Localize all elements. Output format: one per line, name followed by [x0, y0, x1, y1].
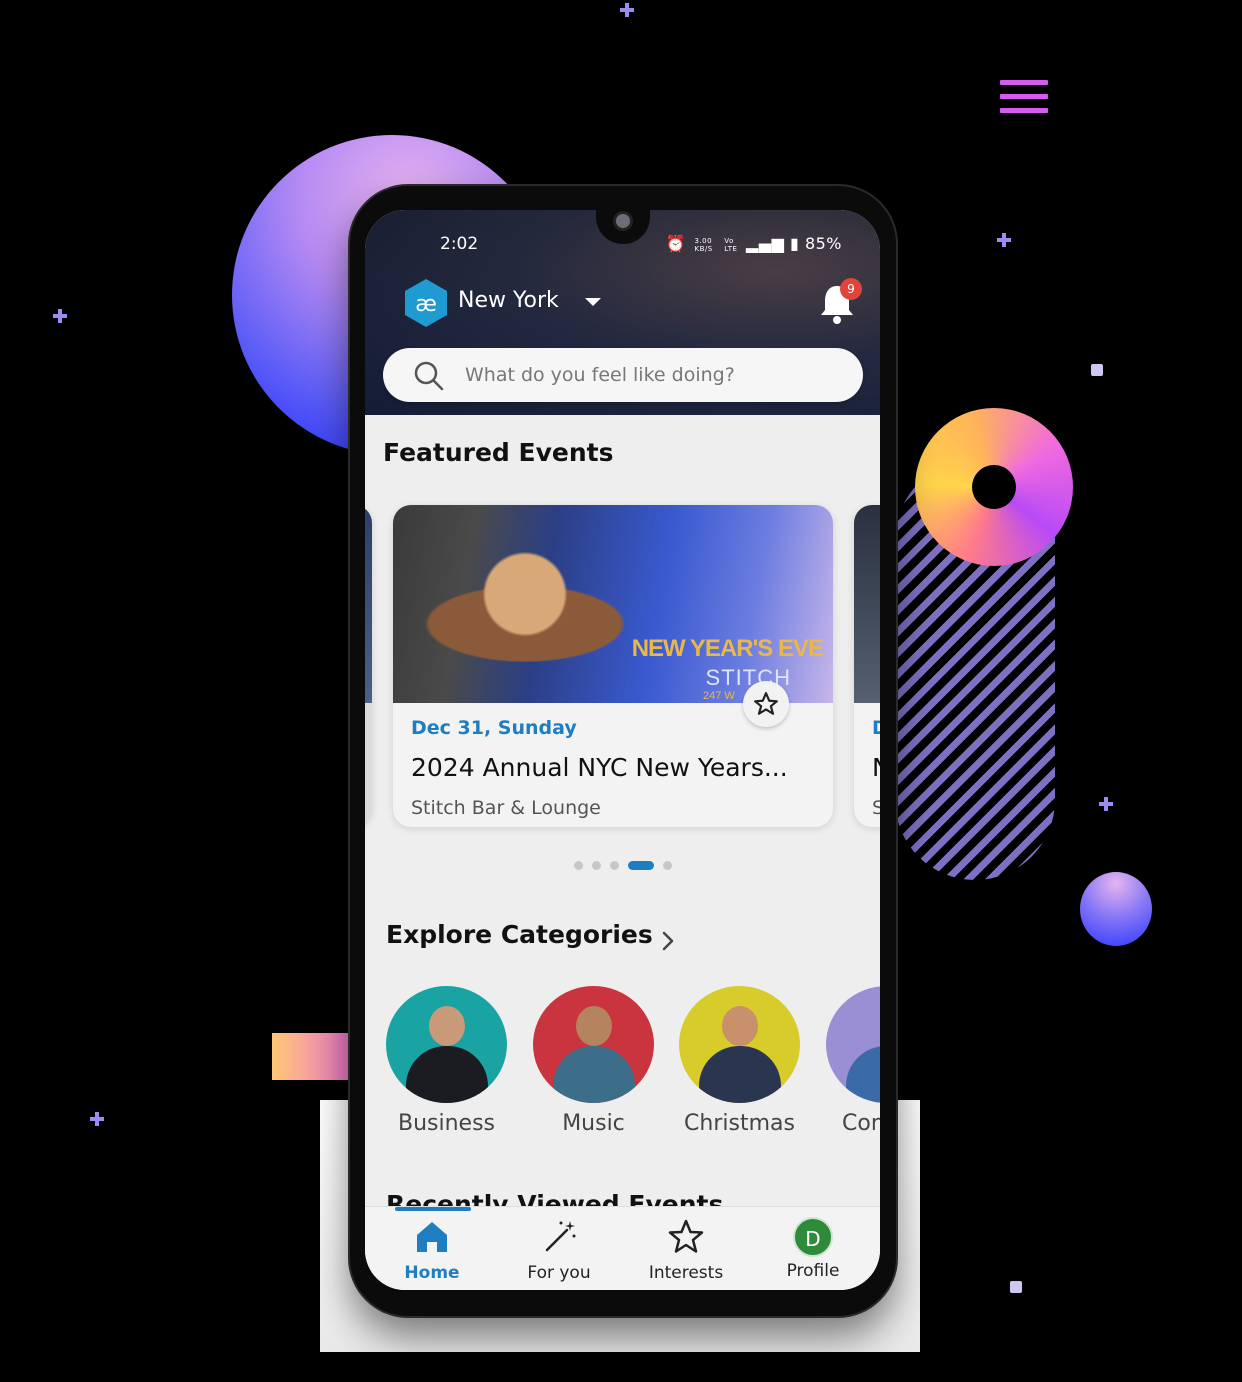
- carousel-indicator[interactable]: [574, 860, 672, 870]
- battery-icon: ▮: [790, 234, 800, 253]
- event-card-next[interactable]: D N S: [854, 505, 880, 827]
- event-image: [365, 505, 372, 703]
- event-date: Dec 31, Sunday: [411, 717, 577, 739]
- search-input[interactable]: [465, 357, 845, 393]
- profile-initial: D: [793, 1217, 833, 1257]
- category-christmas[interactable]: Christmas: [679, 986, 800, 1136]
- carousel-dot[interactable]: [663, 860, 672, 870]
- favorite-button[interactable]: [743, 681, 789, 727]
- nav-home[interactable]: Home: [377, 1217, 487, 1283]
- nav-label: Interests: [648, 1263, 724, 1283]
- volte-indicator: Vo LTE: [724, 236, 738, 253]
- decor-sparkle: [53, 309, 67, 323]
- category-business[interactable]: Business: [386, 986, 507, 1136]
- carousel-dot[interactable]: [610, 860, 619, 870]
- category-list: Business Music Christmas Con: [386, 986, 880, 1146]
- carousel-dot[interactable]: [592, 860, 601, 870]
- category-label: Business: [397, 1111, 495, 1136]
- profile-avatar: D: [793, 1217, 833, 1257]
- decor-dot: [1091, 364, 1103, 376]
- chevron-right-icon[interactable]: [655, 928, 681, 954]
- city-selector[interactable]: New York: [458, 288, 559, 313]
- category-image: [826, 986, 880, 1103]
- nav-label: Home: [404, 1263, 460, 1283]
- event-title: N: [872, 753, 880, 782]
- person-figure: [699, 1046, 781, 1103]
- featured-events-heading: Featured Events: [383, 438, 614, 467]
- nav-active-indicator: [395, 1207, 471, 1211]
- category-image: [533, 986, 654, 1103]
- bottom-navigation: Home For you Interests D Profile: [365, 1206, 880, 1290]
- chevron-down-icon[interactable]: [585, 298, 601, 306]
- explore-categories-heading[interactable]: Explore Categories: [386, 920, 653, 949]
- app-logo-icon: æ: [405, 279, 447, 327]
- net-speed: 3.00 KB/S: [694, 236, 713, 253]
- svg-text:æ: æ: [415, 292, 437, 317]
- person-figure: [576, 1006, 612, 1046]
- category-partial[interactable]: Con: [826, 986, 880, 1136]
- category-label: Music: [562, 1111, 625, 1136]
- decor-sparkle: [997, 233, 1011, 247]
- decor-gradient-bar: [272, 1033, 362, 1080]
- app-screen: 2:02 ⏰ 3.00 KB/S Vo LTE ▂▄▆ ▮ 85% æ New Yo…: [365, 210, 880, 1290]
- person-figure: [429, 1006, 465, 1046]
- nav-label: Profile: [786, 1261, 840, 1281]
- nav-interests[interactable]: Interests: [631, 1217, 741, 1283]
- event-card[interactable]: NEW YEAR'S EVE STITCH 247 W Dec 31, Sund…: [393, 505, 833, 827]
- battery-percent: 85%: [804, 234, 842, 253]
- magic-wand-icon: [545, 1221, 576, 1252]
- event-image-headline: NEW YEAR'S EVE: [631, 635, 824, 662]
- decor-sparkle: [1099, 797, 1113, 811]
- nav-for-you[interactable]: For you: [504, 1217, 614, 1283]
- status-icons: ⏰ 3.00 KB/S Vo LTE ▂▄▆ ▮ 85%: [665, 234, 842, 253]
- notification-badge: 9: [840, 278, 862, 300]
- decor-dot: [1010, 1281, 1022, 1293]
- decor-sparkle: [620, 3, 634, 17]
- carousel-dot[interactable]: [574, 860, 583, 870]
- category-image: [386, 986, 507, 1103]
- front-camera: [613, 211, 633, 231]
- category-label: Christmas: [684, 1111, 795, 1136]
- event-date: D: [872, 717, 880, 739]
- decor-lines: [1000, 80, 1048, 122]
- category-image: [679, 986, 800, 1103]
- event-image: NEW YEAR'S EVE STITCH 247 W: [393, 505, 833, 703]
- search-icon: [414, 361, 444, 391]
- search-bar[interactable]: [383, 348, 863, 402]
- nav-profile[interactable]: D Profile: [758, 1217, 868, 1281]
- star-icon: [754, 692, 778, 715]
- event-card-previous[interactable]: [365, 505, 372, 827]
- person-figure: [406, 1046, 488, 1103]
- event-title: 2024 Annual NYC New Years...: [411, 753, 788, 782]
- star-icon: [668, 1219, 704, 1253]
- decor-gradient-ball: [1080, 872, 1152, 946]
- event-image: [854, 505, 880, 703]
- person-figure: [722, 1006, 758, 1046]
- decor-sparkle: [90, 1112, 104, 1126]
- alarm-icon: ⏰: [665, 234, 686, 253]
- nav-label: For you: [527, 1263, 591, 1283]
- event-image-address: 247 W: [703, 690, 735, 702]
- signal-icon: ▂▄▆: [746, 234, 785, 253]
- person-figure: [553, 1046, 635, 1103]
- event-venue: S: [872, 797, 880, 819]
- event-venue: Stitch Bar & Lounge: [411, 797, 601, 819]
- carousel-dot-active[interactable]: [628, 860, 654, 870]
- category-music[interactable]: Music: [533, 986, 654, 1136]
- category-label: Con: [842, 1111, 880, 1136]
- status-time: 2:02: [440, 234, 479, 254]
- decor-gradient-ring: [915, 408, 1073, 566]
- home-icon: [417, 1222, 447, 1252]
- person-figure: [846, 1046, 880, 1103]
